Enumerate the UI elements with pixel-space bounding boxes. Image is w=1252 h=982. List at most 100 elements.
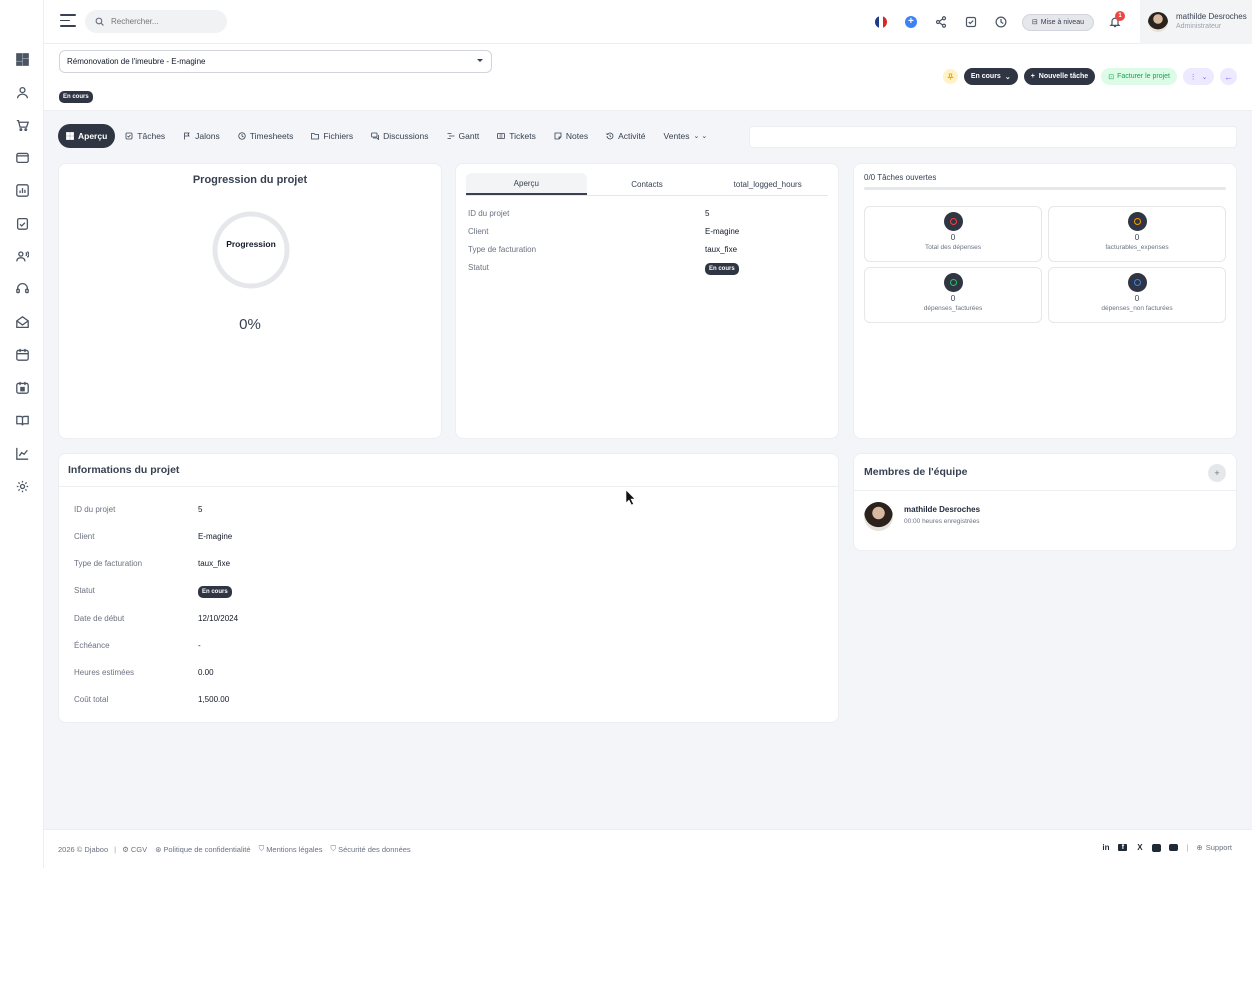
stat-indicator-icon (1127, 212, 1147, 231)
x-icon[interactable]: X (1135, 843, 1144, 852)
top-bar: + ⊟Mise à niveau 1 mathilde Desroches Ad… (44, 0, 1252, 44)
back-button[interactable]: ← (1220, 68, 1237, 85)
tab-label: Discussions (383, 131, 429, 141)
sidebar-item-contacts[interactable] (12, 82, 32, 102)
mail-open-icon (15, 315, 29, 328)
row-value: taux_fixe (705, 245, 738, 254)
sidebar-item-tasks[interactable] (12, 213, 32, 233)
invoice-icon: ⊡ (1108, 73, 1115, 81)
progress-value: 0% (239, 316, 261, 333)
row-key: Statut (468, 263, 489, 272)
new-task-label: Nouvelle tâche (1038, 73, 1089, 80)
timer-button[interactable] (990, 11, 1012, 33)
ticket-icon (497, 133, 506, 139)
row-key: Date de début (74, 614, 125, 623)
row-value: taux_fixe (198, 559, 231, 568)
sidebar-item-reports[interactable] (12, 180, 32, 200)
mouse-cursor-icon (626, 490, 636, 506)
gear-icon (16, 480, 28, 492)
tab-notes[interactable]: Notes (546, 124, 596, 148)
tab-label: Ventes (663, 131, 690, 141)
clock-icon (995, 16, 1007, 28)
instagram-icon[interactable] (1152, 843, 1162, 852)
upgrade-button[interactable]: ⊟ Mise à niveau (1021, 13, 1094, 31)
language-switcher[interactable] (870, 11, 892, 33)
calendar-event-icon (15, 381, 29, 394)
pin-button[interactable] (942, 69, 958, 84)
footer-link-cgv[interactable]: ⚙ CGV (122, 845, 147, 854)
menu-toggle-icon[interactable] (60, 14, 76, 28)
tasks-shortcut-button[interactable] (960, 11, 982, 33)
gantt-icon (447, 133, 454, 139)
youtube-icon[interactable] (1169, 844, 1179, 851)
footer-link-privacy[interactable]: ⊛ Politique de confidentialité (155, 845, 250, 854)
footer-link-legal[interactable]: ⛉ Mentions légales (259, 844, 323, 854)
sidebar-item-support[interactable] (12, 278, 32, 298)
share-button[interactable] (930, 11, 952, 33)
tab-ventes[interactable]: Ventes ⌄ ⌄ (656, 124, 716, 148)
stat-billable-expenses: 0 facturables_expenses (1048, 206, 1226, 262)
top-actions: + ⊟ Mise à niveau 1 mathilde Desroches Ad… (862, 0, 1252, 44)
sidebar-item-sales[interactable] (12, 115, 32, 135)
invoice-project-button[interactable]: ⊡ Facturer le projet (1101, 68, 1177, 85)
bar-chart-icon (15, 183, 29, 197)
user-menu[interactable]: mathilde Desroches Administrateur (1140, 0, 1252, 44)
stat-indicator-icon (943, 212, 963, 231)
facebook-icon[interactable]: f (1118, 844, 1128, 851)
chevron-down-icon: ⌄ (1201, 73, 1208, 81)
search-box[interactable] (85, 10, 227, 33)
sidebar-item-mail[interactable] (12, 312, 32, 332)
sidebar-item-agenda[interactable] (12, 377, 32, 397)
footer-link-security[interactable]: ⛉ Sécurité des données (330, 844, 410, 854)
notifications-button[interactable]: 1 (1104, 11, 1126, 33)
tab-taches[interactable]: Tâches (117, 124, 173, 148)
sidebar-item-settings[interactable] (12, 476, 32, 496)
info-row: Échéance - (74, 641, 774, 653)
sidebar-item-analytics[interactable] (12, 443, 32, 463)
new-task-button[interactable]: + Nouvelle tâche (1023, 68, 1096, 85)
sidebar-item-wallet[interactable] (12, 147, 32, 167)
subtab-logged-hours[interactable]: total_logged_hours (707, 173, 828, 195)
support-link[interactable]: ⊕ Support (1196, 843, 1232, 852)
status-badge: En cours (705, 263, 739, 275)
tab-fichiers[interactable]: Fichiers (303, 124, 361, 148)
subtab-contacts[interactable]: Contacts (587, 173, 708, 195)
tab-jalons[interactable]: Jalons (175, 124, 228, 148)
tab-label: Tickets (509, 131, 536, 141)
add-member-button[interactable]: + (1208, 464, 1226, 482)
tab-label: Aperçu (78, 131, 108, 141)
tab-apercu[interactable]: Aperçu (58, 124, 116, 148)
linkedin-icon[interactable]: in (1101, 843, 1110, 852)
status-dropdown-button[interactable]: En cours ⌄ (963, 68, 1018, 85)
row-value: 1,500.00 (198, 695, 230, 704)
chevron-down-icon: ⌄ (1004, 73, 1011, 81)
tab-gantt[interactable]: Gantt (439, 124, 488, 148)
grid-icon (66, 132, 74, 140)
tab-tickets[interactable]: Tickets (489, 124, 544, 148)
row-key: Type de facturation (74, 559, 143, 568)
row-key: ID du projet (74, 505, 116, 514)
sidebar-item-team[interactable] (12, 246, 32, 266)
copyright: 2026 © Djaboo (58, 844, 109, 854)
search-input[interactable] (111, 17, 221, 26)
shield-icon: ⛉ (258, 844, 265, 853)
project-select[interactable]: Rémonovation de l'imeubre - E-magine (59, 50, 492, 73)
member-name[interactable]: mathilde Desroches (904, 505, 980, 514)
tab-discussions[interactable]: Discussions (363, 124, 436, 148)
overview-card: Aperçu Contacts total_logged_hours ID du… (455, 163, 839, 439)
dashboard-icon (15, 52, 29, 66)
row-value: 0.00 (198, 668, 214, 677)
sidebar-item-calendar[interactable] (12, 344, 32, 364)
invoice-label: Facturer le projet (1117, 73, 1170, 80)
stat-billed-expenses: 0 dépenses_facturées (864, 267, 1042, 323)
project-info-title: Informations du projet (68, 464, 180, 476)
more-actions-button[interactable]: ⋮ ⌄ (1183, 68, 1214, 85)
row-value-badge: En cours (705, 263, 739, 275)
tab-timesheets[interactable]: Timesheets (230, 124, 302, 148)
tab-activite[interactable]: Activité (598, 124, 653, 148)
quick-add-button[interactable]: + (900, 11, 922, 33)
sidebar-item-knowledge[interactable] (12, 410, 32, 430)
note-icon (554, 132, 562, 140)
subtab-overview[interactable]: Aperçu (466, 173, 587, 195)
sidebar-item-dashboard[interactable] (12, 49, 32, 69)
